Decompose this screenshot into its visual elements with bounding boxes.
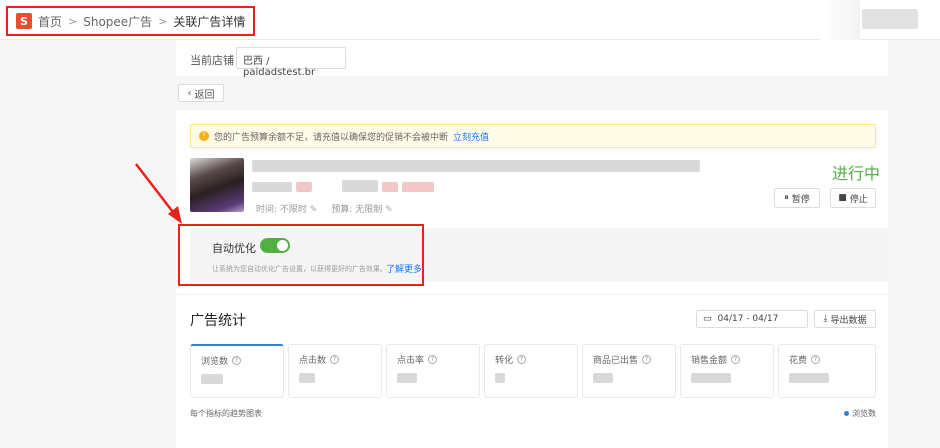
metric-value-redacted xyxy=(201,374,223,384)
pause-label: 暂停 xyxy=(791,194,810,205)
metric-label: 点击数 xyxy=(299,356,327,366)
export-label: 导出数据 xyxy=(830,315,867,326)
metric-card[interactable]: 花费? xyxy=(778,344,876,398)
chevron-left-icon: ‹ xyxy=(187,87,192,99)
time-label: 时间: 不限时 xyxy=(256,205,307,215)
breadcrumb-current: 关联广告详情 xyxy=(173,14,246,29)
date-range-picker[interactable]: ▭ 04/17 - 04/17 xyxy=(696,310,808,328)
warning-text: 您的广告预算余额不足，请充值以确保您的促销不会被中断 xyxy=(214,132,449,143)
topbar-fade xyxy=(820,0,860,40)
breadcrumb: S 首页 > Shopee广告 > 关联广告详情 xyxy=(6,6,256,36)
metric-value-redacted xyxy=(691,373,731,383)
metric-label: 销售金额 xyxy=(691,356,728,366)
budget-label: 预算: 无限制 xyxy=(331,205,383,215)
metric-card[interactable]: 点击数? xyxy=(288,344,382,398)
pause-button[interactable]: ⏸ 暂停 xyxy=(774,188,820,208)
product-info-redacted xyxy=(382,182,398,192)
metric-value-redacted xyxy=(397,373,417,383)
metric-label: 浏览数 xyxy=(201,357,229,367)
metric-value-redacted xyxy=(789,373,829,383)
trend-chart-label: 每个指标的趋势图表 xyxy=(190,409,262,418)
breadcrumb-home[interactable]: 首页 xyxy=(38,13,62,30)
recharge-link[interactable]: 立刻充值 xyxy=(453,130,489,143)
shopee-logo-icon[interactable]: S xyxy=(16,13,32,29)
budget-warning: ! 您的广告预算余额不足，请充值以确保您的促销不会被中断 立刻充值 xyxy=(190,124,876,148)
metric-card[interactable]: 转化? xyxy=(484,344,578,398)
help-icon[interactable]: ? xyxy=(517,355,527,364)
help-icon[interactable]: ? xyxy=(642,355,652,364)
metric-card[interactable]: 点击率? xyxy=(386,344,480,398)
section-divider xyxy=(176,294,888,295)
warning-icon: ! xyxy=(199,131,209,141)
help-icon[interactable]: ? xyxy=(232,356,242,365)
product-info-redacted xyxy=(296,182,312,192)
stop-label: 停止 xyxy=(849,194,868,205)
ad-detail-panel: ! 您的广告预算余额不足，请充值以确保您的促销不会被中断 立刻充值 进行中 时间… xyxy=(176,110,888,448)
ad-status: 进行中 xyxy=(832,164,881,183)
metric-card[interactable]: 销售金额? xyxy=(680,344,774,398)
stats-title: 广告统计 xyxy=(190,313,246,329)
product-name-redacted xyxy=(252,160,700,172)
pause-icon: ⏸ xyxy=(784,193,789,203)
chevron-right-icon: > xyxy=(68,14,78,28)
metric-label: 转化 xyxy=(495,356,514,366)
product-thumbnail xyxy=(190,158,244,212)
annotation-highlight-box xyxy=(178,224,424,286)
metric-label: 商品已出售 xyxy=(593,356,639,366)
chart-legend: 浏览数 xyxy=(844,408,876,419)
metric-value-redacted xyxy=(495,373,505,383)
chevron-right-icon: > xyxy=(158,14,168,28)
calendar-icon: ▭ xyxy=(703,314,712,324)
date-range-value: 04/17 - 04/17 xyxy=(717,314,779,324)
metric-card[interactable]: 浏览数? xyxy=(190,344,284,398)
help-icon[interactable]: ? xyxy=(428,355,438,364)
metric-value-redacted xyxy=(593,373,613,383)
metric-value-redacted xyxy=(299,373,315,383)
legend-label: 浏览数 xyxy=(852,409,876,418)
edit-pencil-icon[interactable]: ✎ xyxy=(310,205,318,215)
edit-pencil-icon[interactable]: ✎ xyxy=(385,205,393,215)
help-icon[interactable]: ? xyxy=(811,355,821,364)
product-info-redacted xyxy=(342,180,378,192)
stop-button[interactable]: ■ 停止 xyxy=(830,188,876,208)
product-info-redacted xyxy=(252,182,292,192)
back-button[interactable]: ‹ 返回 xyxy=(178,84,224,102)
legend-dot xyxy=(844,411,849,416)
stop-icon: ■ xyxy=(838,193,847,203)
user-menu[interactable] xyxy=(862,9,918,29)
metric-card[interactable]: 商品已出售? xyxy=(582,344,676,398)
help-icon[interactable]: ? xyxy=(731,355,741,364)
breadcrumb-ads[interactable]: Shopee广告 xyxy=(83,13,152,30)
help-icon[interactable]: ? xyxy=(330,355,340,364)
shop-panel: 当前店铺 巴西 / paidadstest.br xyxy=(176,40,888,78)
shop-select[interactable]: 巴西 / paidadstest.br xyxy=(236,47,346,78)
shop-label: 当前店铺 xyxy=(190,54,234,67)
top-bar: S 首页 > Shopee广告 > 关联广告详情 xyxy=(0,0,940,40)
ad-meta: 时间: 不限时 ✎ 预算: 无限制 ✎ xyxy=(256,202,393,215)
metric-label: 花费 xyxy=(789,356,808,366)
download-icon: ⤓ xyxy=(823,314,828,324)
metric-label: 点击率 xyxy=(397,356,425,366)
product-info-redacted xyxy=(402,182,434,192)
back-label: 返回 xyxy=(194,89,215,101)
export-button[interactable]: ⤓ 导出数据 xyxy=(814,310,876,328)
